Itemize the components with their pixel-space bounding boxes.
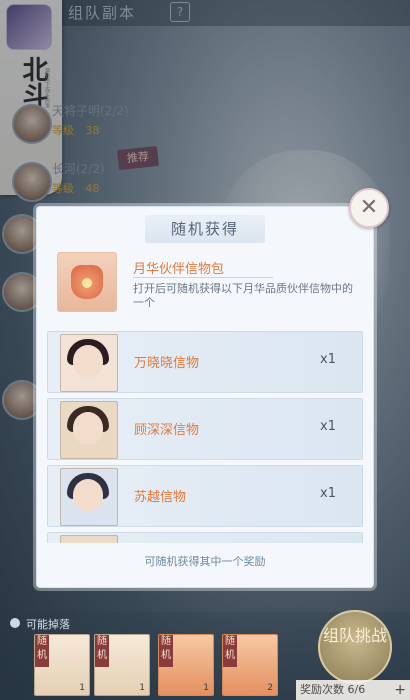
drop-label: 可能掉落 <box>26 618 70 631</box>
item-count: x1 <box>320 486 336 501</box>
reward-tag: 随机 <box>159 635 173 667</box>
reward-item[interactable]: 随机 1 <box>94 634 150 696</box>
list-item <box>47 532 363 543</box>
dialog-title: 随机获得 <box>170 220 239 238</box>
reward-item[interactable]: 随机 2 <box>222 634 278 696</box>
reward-times-label: 奖励次数 <box>300 683 344 696</box>
dot-icon <box>10 618 20 628</box>
character-avatar <box>60 401 118 459</box>
reward-count: 1 <box>139 683 145 693</box>
list-item: 万晓晓信物 x1 <box>47 331 363 393</box>
reward-item[interactable]: 随机 1 <box>158 634 214 696</box>
reward-tag: 随机 <box>95 635 109 667</box>
character-avatar <box>60 535 118 543</box>
random-reward-dialog: 随机获得 月华伙伴信物包 打开后可随机获得以下月华品质伙伴信物中的一个 万晓晓信… <box>36 206 374 588</box>
list-item: 苏越信物 x1 <box>47 465 363 527</box>
item-name: 万晓晓信物 <box>134 356 200 371</box>
item-name: 苏越信物 <box>134 490 187 505</box>
reward-tag: 随机 <box>35 635 49 667</box>
package-info: 月华伙伴信物包 打开后可随机获得以下月华品质伙伴信物中的一个 <box>57 252 357 322</box>
plus-icon[interactable]: + <box>394 680 406 700</box>
dialog-hint: 可随机获得其中一个奖励 <box>144 555 266 568</box>
team-challenge-button[interactable]: 组队挑战 <box>318 610 392 684</box>
gift-bag-icon <box>57 252 117 312</box>
item-count: x1 <box>320 352 336 367</box>
reward-count: 1 <box>79 683 85 693</box>
dialog-title-bar: 随机获得 <box>145 215 265 243</box>
item-count: x1 <box>320 419 336 434</box>
character-avatar <box>60 334 118 392</box>
reward-list[interactable]: 万晓晓信物 x1 顾深深信物 x1 苏越信物 x1 <box>47 331 363 543</box>
item-name: 顾深深信物 <box>134 423 200 438</box>
reward-count: 1 <box>203 683 209 693</box>
reward-times: 奖励次数 6/6 + <box>296 680 410 700</box>
package-name: 月华伙伴信物包 <box>133 262 225 277</box>
list-item: 顾深深信物 x1 <box>47 398 363 460</box>
character-avatar <box>60 468 118 526</box>
close-icon[interactable]: ✕ <box>349 188 389 228</box>
reward-times-value: 6/6 <box>347 683 366 696</box>
package-description: 打开后可随机获得以下月华品质伙伴信物中的一个 <box>133 282 353 309</box>
reward-item[interactable]: 随机 1 <box>34 634 90 696</box>
divider <box>133 277 273 278</box>
reward-tag: 随机 <box>223 635 237 667</box>
reward-count: 2 <box>267 683 273 693</box>
